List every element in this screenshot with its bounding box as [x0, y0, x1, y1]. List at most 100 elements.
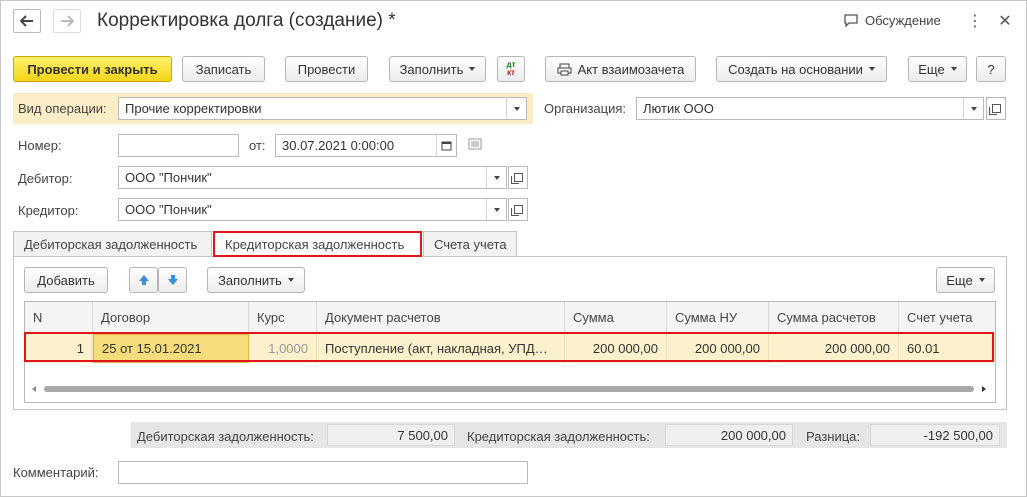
arrow-left-icon	[20, 15, 33, 27]
discussion-button[interactable]: Обсуждение	[843, 13, 941, 28]
cell-account[interactable]: 60.01	[899, 334, 995, 363]
receivable-total-value: 7 500,00	[327, 424, 455, 446]
kt-label: кт	[507, 68, 515, 77]
arrow-right-icon	[61, 15, 74, 27]
open-icon	[510, 205, 523, 216]
open-icon	[510, 173, 523, 184]
calendar-button[interactable]	[436, 135, 456, 156]
debtor-value: ООО "Пончик"	[125, 170, 212, 185]
dt-kt-button[interactable]: дт кт	[497, 56, 525, 82]
more-label: Еще	[918, 61, 945, 77]
cell-n[interactable]: 1	[25, 334, 93, 363]
cell-document[interactable]: Поступление (акт, накладная, УПД…	[317, 334, 565, 363]
column-header[interactable]: Договор	[93, 302, 249, 334]
difference-value: -192 500,00	[870, 424, 1000, 446]
offset-act-button[interactable]: Акт взаимозачета	[545, 56, 696, 82]
back-button[interactable]	[13, 9, 41, 33]
arrow-down-icon	[167, 275, 178, 285]
cell-sum[interactable]: 200 000,00	[565, 334, 667, 363]
forward-button[interactable]	[53, 9, 81, 33]
chevron-down-icon	[493, 175, 500, 180]
chevron-down-icon	[513, 106, 520, 111]
close-icon[interactable]: ✕	[995, 11, 1015, 31]
chevron-down-icon	[950, 67, 957, 71]
open-icon	[988, 104, 1001, 115]
table-row[interactable]: 1 25 от 15.01.2021 1,0000 Поступление (а…	[25, 334, 995, 363]
column-header[interactable]: Курс	[249, 302, 317, 334]
arrow-up-icon	[138, 275, 149, 285]
more-menu-icon[interactable]: ⋮	[965, 11, 985, 31]
payable-total-label: Кредиторская задолженность:	[467, 429, 650, 444]
create-based-on-button[interactable]: Создать на основании	[716, 56, 887, 82]
cell-sum-settlement[interactable]: 200 000,00	[769, 334, 899, 363]
calendar-icon	[441, 141, 452, 151]
number-label: Номер:	[18, 138, 62, 153]
scrollbar-thumb[interactable]	[44, 386, 974, 392]
organization-label: Организация:	[544, 101, 627, 116]
cell-rate[interactable]: 1,0000	[249, 334, 317, 363]
difference-label: Разница:	[806, 429, 861, 444]
chevron-down-icon	[493, 207, 500, 212]
tab-payables[interactable]: Кредиторская задолженность	[213, 231, 422, 257]
post-and-close-button[interactable]: Провести и закрыть	[13, 56, 172, 82]
number-input[interactable]	[118, 134, 239, 157]
comment-input[interactable]	[118, 461, 528, 484]
discussion-label: Обсуждение	[865, 13, 941, 28]
fill-label: Заполнить	[399, 61, 464, 77]
move-down-button[interactable]	[158, 267, 187, 293]
tab-accounts[interactable]: Счета учета	[423, 231, 517, 256]
open-debtor-button[interactable]	[508, 166, 528, 189]
chevron-down-icon	[868, 67, 875, 71]
more-button[interactable]: Еще	[908, 56, 967, 82]
open-organization-button[interactable]	[986, 97, 1006, 120]
organization-select[interactable]: Лютик ООО	[636, 97, 984, 120]
cell-sum-nu[interactable]: 200 000,00	[667, 334, 769, 363]
dropdown-button[interactable]	[506, 98, 526, 119]
organization-value: Лютик ООО	[643, 101, 714, 116]
scroll-right-icon[interactable]	[980, 385, 988, 393]
creditor-select[interactable]: ООО "Пончик"	[118, 198, 507, 221]
dropdown-button[interactable]	[963, 98, 983, 119]
fill-button[interactable]: Заполнить	[389, 56, 486, 82]
column-header[interactable]: Сумма НУ	[667, 302, 769, 334]
open-creditor-button[interactable]	[508, 198, 528, 221]
cell-contract[interactable]: 25 от 15.01.2021	[93, 334, 249, 363]
column-header[interactable]: Сумма расчетов	[769, 302, 899, 334]
scroll-left-icon[interactable]	[30, 385, 38, 393]
save-button[interactable]: Записать	[182, 56, 265, 82]
dropdown-button[interactable]	[486, 199, 506, 220]
column-header[interactable]: N	[25, 302, 93, 334]
move-up-button[interactable]	[129, 267, 158, 293]
column-header[interactable]: Счет учета	[899, 302, 995, 334]
operation-value: Прочие корректировки	[125, 101, 262, 116]
chevron-down-icon	[978, 278, 985, 282]
receivable-total-label: Дебиторская задолженность:	[137, 429, 314, 444]
debtor-select[interactable]: ООО "Пончик"	[118, 166, 507, 189]
offset-act-label: Акт взаимозачета	[577, 61, 685, 77]
date-label: от:	[249, 138, 266, 153]
date-input[interactable]: 30.07.2021 0:00:00	[275, 134, 457, 157]
chevron-down-icon	[287, 278, 294, 282]
create-based-label: Создать на основании	[728, 61, 863, 77]
operation-label: Вид операции:	[18, 101, 107, 116]
operation-select[interactable]: Прочие корректировки	[118, 97, 527, 120]
post-button[interactable]: Провести	[285, 56, 368, 82]
column-header[interactable]: Сумма	[565, 302, 667, 334]
history-icon[interactable]	[468, 138, 482, 153]
creditor-value: ООО "Пончик"	[125, 202, 212, 217]
page-title: Корректировка долга (создание) *	[97, 10, 396, 31]
table-more-button[interactable]: Еще	[936, 267, 995, 293]
help-button[interactable]: ?	[976, 56, 1006, 82]
debtor-label: Дебитор:	[18, 171, 73, 186]
horizontal-scrollbar[interactable]	[30, 384, 990, 394]
tab-receivables[interactable]: Дебиторская задолженность	[13, 231, 212, 256]
comment-label: Комментарий:	[13, 465, 99, 480]
date-value: 30.07.2021 0:00:00	[282, 138, 395, 153]
column-header[interactable]: Документ расчетов	[317, 302, 565, 334]
creditor-label: Кредитор:	[18, 203, 79, 218]
table-fill-button[interactable]: Заполнить	[207, 267, 305, 293]
table-fill-label: Заполнить	[218, 272, 282, 288]
add-row-button[interactable]: Добавить	[24, 267, 108, 293]
dropdown-button[interactable]	[486, 167, 506, 188]
chat-icon	[844, 13, 858, 28]
